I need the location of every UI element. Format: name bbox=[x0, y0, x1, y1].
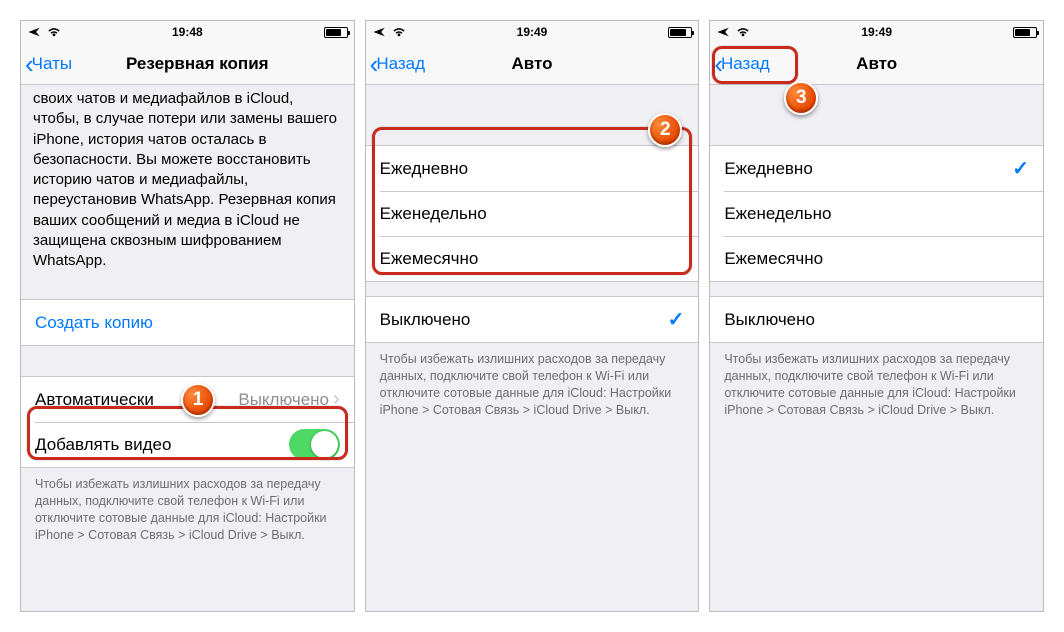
option-monthly[interactable]: Ежемесячно bbox=[366, 236, 699, 281]
battery-icon bbox=[324, 27, 348, 38]
off-option-group: Выключено bbox=[710, 296, 1043, 343]
off-option-group: Выключено ✓ bbox=[366, 296, 699, 343]
content-scroll[interactable]: своих чатов и медиафайлов в iCloud, чтоб… bbox=[21, 85, 354, 611]
option-label: Ежедневно bbox=[724, 159, 1012, 179]
wifi-icon bbox=[736, 26, 750, 38]
wifi-icon bbox=[47, 26, 61, 38]
frequency-options-group: Ежедневно Еженедельно Ежемесячно bbox=[366, 145, 699, 282]
back-label: Назад bbox=[721, 54, 770, 74]
nav-header: ‹ Назад Авто bbox=[366, 43, 699, 85]
include-video-row[interactable]: Добавлять видео bbox=[21, 422, 354, 467]
option-weekly[interactable]: Еженедельно bbox=[710, 191, 1043, 236]
option-label: Ежедневно bbox=[380, 159, 685, 179]
backup-info-text: своих чатов и медиафайлов в iCloud, чтоб… bbox=[21, 85, 354, 285]
content-scroll[interactable]: Ежедневно Еженедельно Ежемесячно Выключе… bbox=[366, 85, 699, 611]
option-daily[interactable]: Ежедневно bbox=[366, 146, 699, 191]
nav-header: ‹ Чаты Резервная копия bbox=[21, 43, 354, 85]
page-title: Резервная копия bbox=[126, 54, 269, 74]
status-time: 19:49 bbox=[517, 25, 548, 39]
page-title: Авто bbox=[512, 54, 553, 74]
option-monthly[interactable]: Ежемесячно bbox=[710, 236, 1043, 281]
phone-screen-2: 19:49 ‹ Назад Авто Ежедневно Еженедельно… bbox=[365, 20, 700, 612]
nav-header: ‹ Назад Авто bbox=[710, 43, 1043, 85]
option-off[interactable]: Выключено bbox=[710, 297, 1043, 342]
airplane-icon bbox=[372, 25, 386, 39]
footer-note: Чтобы избежать излишних расходов за пере… bbox=[21, 468, 354, 544]
phone-screen-3: 19:49 ‹ Назад Авто Ежедневно ✓ Еженедель… bbox=[709, 20, 1044, 612]
battery-icon bbox=[668, 27, 692, 38]
create-backup-button[interactable]: Создать копию bbox=[21, 300, 354, 345]
footer-note: Чтобы избежать излишних расходов за пере… bbox=[366, 343, 699, 419]
create-backup-group: Создать копию bbox=[21, 299, 354, 346]
status-time: 19:48 bbox=[172, 25, 203, 39]
status-bar: 19:49 bbox=[366, 21, 699, 43]
wifi-icon bbox=[392, 26, 406, 38]
include-video-label: Добавлять видео bbox=[35, 435, 289, 455]
include-video-toggle[interactable] bbox=[289, 429, 340, 460]
status-bar: 19:48 bbox=[21, 21, 354, 43]
status-time: 19:49 bbox=[861, 25, 892, 39]
back-button[interactable]: ‹ Назад bbox=[370, 43, 425, 84]
back-label: Чаты bbox=[32, 54, 72, 74]
option-label: Еженедельно bbox=[724, 204, 1029, 224]
option-label: Выключено bbox=[724, 310, 1029, 330]
create-backup-label: Создать копию bbox=[35, 313, 340, 333]
step-badge-1: 1 bbox=[181, 383, 215, 417]
page-title: Авто bbox=[856, 54, 897, 74]
checkmark-icon: ✓ bbox=[668, 307, 685, 332]
option-label: Ежемесячно bbox=[380, 249, 685, 269]
back-label: Назад bbox=[376, 54, 425, 74]
status-bar: 19:49 bbox=[710, 21, 1043, 43]
option-daily[interactable]: Ежедневно ✓ bbox=[710, 146, 1043, 191]
option-label: Ежемесячно bbox=[724, 249, 1029, 269]
airplane-icon bbox=[27, 25, 41, 39]
option-off[interactable]: Выключено ✓ bbox=[366, 297, 699, 342]
battery-icon bbox=[1013, 27, 1037, 38]
chevron-right-icon: › bbox=[333, 388, 340, 411]
airplane-icon bbox=[716, 25, 730, 39]
option-label: Выключено bbox=[380, 310, 668, 330]
content-scroll[interactable]: Ежедневно ✓ Еженедельно Ежемесячно Выклю… bbox=[710, 85, 1043, 611]
back-button[interactable]: ‹ Назад bbox=[714, 43, 769, 84]
footer-note: Чтобы избежать излишних расходов за пере… bbox=[710, 343, 1043, 419]
auto-backup-value: Выключено bbox=[238, 390, 329, 410]
back-button[interactable]: ‹ Чаты bbox=[25, 43, 72, 84]
checkmark-icon: ✓ bbox=[1012, 156, 1029, 181]
option-label: Еженедельно bbox=[380, 204, 685, 224]
frequency-options-group: Ежедневно ✓ Еженедельно Ежемесячно bbox=[710, 145, 1043, 282]
phone-screen-1: 19:48 ‹ Чаты Резервная копия своих чатов… bbox=[20, 20, 355, 612]
option-weekly[interactable]: Еженедельно bbox=[366, 191, 699, 236]
